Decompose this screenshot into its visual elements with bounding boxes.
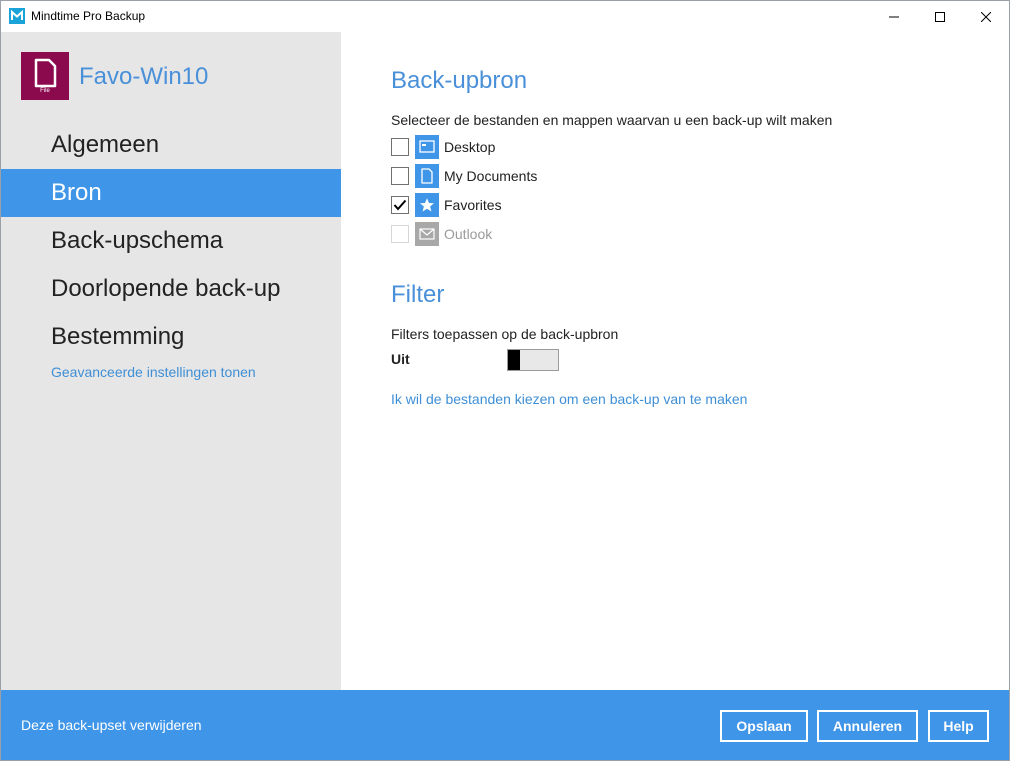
backup-set-name: Favo-Win10: [79, 63, 209, 90]
app-window: Mindtime Pro Backup File Favo-Win10 Alge…: [0, 0, 1010, 761]
window-title: Mindtime Pro Backup: [31, 9, 146, 23]
sidebar-item-bron[interactable]: Bron: [1, 169, 341, 217]
source-item-favorites: Favorites: [391, 193, 502, 217]
my-documents-checkbox[interactable]: [391, 167, 409, 185]
document-icon: [415, 164, 439, 188]
source-item-label: Desktop: [444, 139, 496, 155]
desktop-icon: [415, 135, 439, 159]
source-description: Selecteer de bestanden en mappen waarvan…: [391, 112, 833, 128]
sidebar-item-label: Algemeen: [51, 131, 160, 158]
title-bar[interactable]: Mindtime Pro Backup: [1, 1, 1009, 32]
help-button[interactable]: Help: [928, 710, 989, 742]
sidebar-item-label: Bron: [51, 179, 102, 206]
sidebar-item-label: Back-upschema: [51, 227, 224, 254]
source-section-title: Back-upbron: [391, 67, 528, 94]
sidebar-item-label: Doorlopende back-up: [51, 275, 281, 302]
sidebar-item-algemeen[interactable]: Algemeen: [1, 121, 341, 169]
sidebar-item-bestemming[interactable]: Bestemming: [1, 313, 341, 361]
delete-backup-set-link[interactable]: Deze back-upset verwijderen: [21, 717, 202, 733]
source-item-label: My Documents: [444, 168, 538, 184]
desktop-checkbox[interactable]: [391, 138, 409, 156]
source-item-my-documents: My Documents: [391, 164, 537, 188]
filter-section-title: Filter: [391, 281, 445, 308]
source-item-label: Outlook: [444, 226, 493, 242]
filter-description: Filters toepassen op de back-upbron: [391, 326, 619, 342]
backup-set-icon-label: File: [40, 88, 50, 94]
advanced-settings-link[interactable]: Geavanceerde instellingen tonen: [51, 364, 256, 380]
backup-set-icon: File: [21, 52, 69, 100]
main-panel: Back-upbron Selecteer de bestanden en ma…: [341, 32, 1009, 690]
close-button[interactable]: [963, 1, 1009, 32]
close-icon: [981, 11, 991, 22]
sidebar-item-doorlopende-back-up[interactable]: Doorlopende back-up: [1, 265, 341, 313]
filter-toggle[interactable]: [507, 349, 559, 371]
cancel-button[interactable]: Annuleren: [817, 710, 918, 742]
outlook-checkbox: [391, 225, 409, 243]
maximize-button[interactable]: [917, 1, 963, 32]
favorites-checkbox[interactable]: [391, 196, 409, 214]
minimize-button[interactable]: [871, 1, 917, 32]
source-item-label: Favorites: [444, 197, 502, 213]
minimize-icon: [889, 16, 899, 17]
filter-toggle-label: Uit: [391, 351, 410, 367]
source-item-desktop: Desktop: [391, 135, 495, 159]
mail-icon: [415, 222, 439, 246]
toggle-knob: [508, 350, 520, 370]
sidebar-item-back-upschema[interactable]: Back-upschema: [1, 217, 341, 265]
choose-files-link[interactable]: Ik wil de bestanden kiezen om een back-u…: [391, 391, 747, 407]
sidebar-item-label: Bestemming: [51, 323, 185, 350]
source-item-outlook: Outlook: [391, 222, 492, 246]
save-button[interactable]: Opslaan: [720, 710, 808, 742]
sidebar: File Favo-Win10 Algemeen Bron Back-upsch…: [1, 32, 341, 690]
footer-bar: Deze back-upset verwijderen Opslaan Annu…: [1, 690, 1009, 760]
maximize-icon: [935, 11, 945, 22]
checkmark-icon: [393, 199, 407, 211]
star-icon: [415, 193, 439, 217]
app-logo-icon: [9, 8, 25, 24]
